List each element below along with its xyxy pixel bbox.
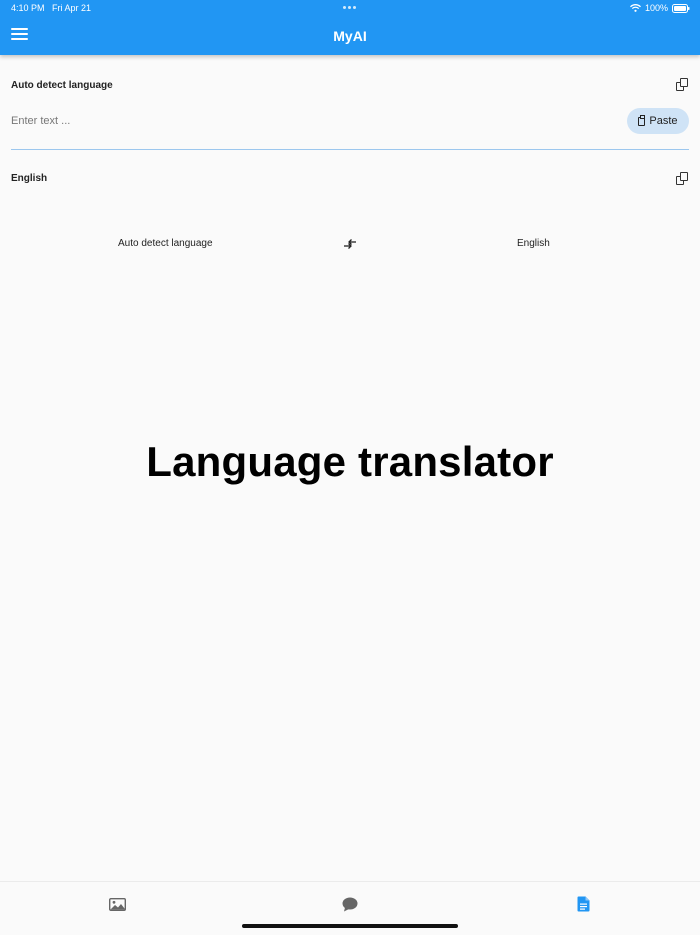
from-language-selector[interactable]: Auto detect language	[118, 238, 213, 249]
source-text-input[interactable]	[11, 112, 571, 130]
battery-percent: 100%	[644, 3, 668, 13]
tab-chat[interactable]	[340, 894, 360, 914]
image-icon	[108, 897, 126, 911]
section-divider	[11, 149, 689, 150]
swap-languages-icon[interactable]	[343, 238, 357, 250]
battery-icon	[672, 3, 690, 13]
status-time-date: 4:10 PM Fri Apr 21	[11, 3, 91, 13]
paste-button[interactable]: Paste	[627, 108, 689, 134]
app-title: MyAI	[333, 28, 367, 44]
status-time: 4:10 PM	[11, 3, 45, 13]
paste-label: Paste	[649, 115, 678, 127]
home-indicator[interactable]	[242, 924, 458, 928]
to-language-selector[interactable]: English	[517, 238, 550, 249]
status-date: Fri Apr 21	[52, 3, 92, 13]
multitask-dots-icon[interactable]	[343, 6, 356, 9]
clipboard-icon	[638, 114, 646, 126]
status-indicators: 100%	[630, 3, 690, 13]
chat-icon	[342, 897, 358, 911]
copy-source-icon[interactable]	[676, 78, 690, 92]
hero-title: Language translator	[146, 438, 554, 485]
target-language-label: English	[11, 173, 48, 184]
copy-target-icon[interactable]	[676, 172, 690, 186]
source-language-label: Auto detect language	[11, 80, 113, 91]
wifi-icon	[630, 4, 641, 12]
tab-document[interactable]	[573, 894, 593, 914]
tab-image[interactable]	[107, 894, 127, 914]
app-bar: 4:10 PM Fri Apr 21 100% MyAI	[0, 0, 700, 55]
document-icon	[577, 896, 589, 912]
